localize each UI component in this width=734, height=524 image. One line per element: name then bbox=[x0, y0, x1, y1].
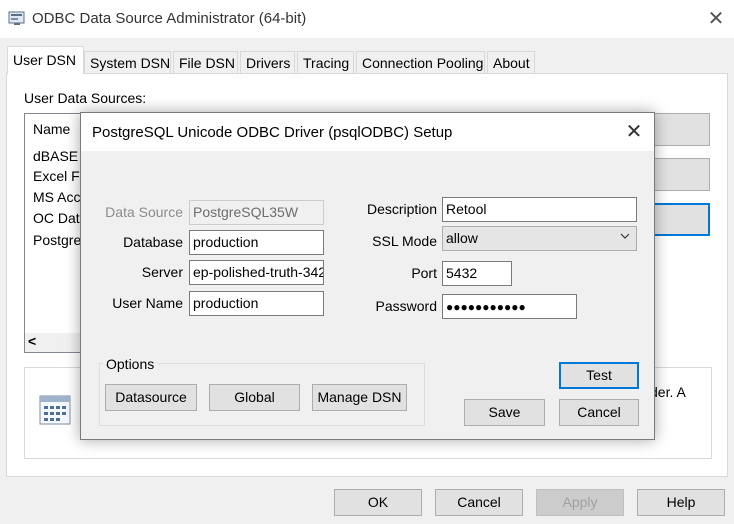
password-label: Password bbox=[375, 298, 437, 314]
password-field[interactable]: ●●●●●●●●●●● bbox=[442, 294, 577, 319]
global-button[interactable]: Global bbox=[209, 384, 300, 411]
save-button[interactable]: Save bbox=[464, 399, 545, 426]
port-field[interactable]: 5432 bbox=[442, 261, 512, 286]
ssl-mode-label: SSL Mode bbox=[372, 233, 437, 249]
scroll-left-icon[interactable]: < bbox=[28, 333, 36, 349]
tab-file-dsn[interactable]: File DSN bbox=[173, 51, 238, 73]
tab-user-dsn[interactable]: User DSN bbox=[7, 46, 84, 74]
database-field[interactable]: production bbox=[189, 230, 324, 255]
list-item[interactable]: MS Acc bbox=[33, 189, 80, 205]
list-item[interactable]: Postgre bbox=[33, 232, 81, 248]
options-label: Options bbox=[103, 356, 158, 372]
dialog-cancel-button[interactable]: Cancel bbox=[559, 399, 639, 426]
psqlodbc-setup-dialog: PostgreSQL Unicode ODBC Driver (psqlODBC… bbox=[80, 112, 655, 440]
list-item[interactable]: Excel Fi bbox=[33, 168, 83, 184]
database-label: Database bbox=[123, 234, 183, 250]
description-label: Description bbox=[366, 201, 437, 217]
tab-system-dsn[interactable]: System DSN bbox=[84, 51, 171, 73]
list-item[interactable]: dBASE bbox=[33, 148, 78, 164]
info-description-text: der. A bbox=[650, 384, 686, 400]
cancel-button[interactable]: Cancel bbox=[435, 489, 523, 516]
apply-button[interactable]: Apply bbox=[536, 489, 624, 516]
test-button[interactable]: Test bbox=[559, 362, 639, 389]
datasource-info-icon bbox=[36, 390, 74, 428]
user-name-field[interactable]: production bbox=[189, 291, 324, 316]
datasource-button[interactable]: Datasource bbox=[105, 384, 197, 411]
manage-dsn-button[interactable]: Manage DSN bbox=[312, 384, 407, 411]
port-label: Port bbox=[411, 265, 437, 281]
user-data-sources-label: User Data Sources: bbox=[24, 90, 147, 106]
data-source-field: PostgreSQL35W bbox=[189, 200, 324, 225]
description-field[interactable]: Retool bbox=[442, 197, 637, 222]
ssl-mode-select[interactable]: allow bbox=[442, 226, 637, 251]
help-button[interactable]: Help bbox=[637, 489, 725, 516]
server-field[interactable]: ep-polished-truth-3429 bbox=[189, 260, 324, 285]
odbc-app-icon bbox=[8, 10, 26, 26]
list-column-header-name[interactable]: Name bbox=[33, 121, 70, 137]
tab-drivers[interactable]: Drivers bbox=[240, 51, 295, 73]
data-source-label: Data Source bbox=[105, 204, 183, 220]
chevron-down-icon bbox=[620, 233, 630, 239]
tab-about[interactable]: About bbox=[487, 51, 535, 73]
dialog-title: PostgreSQL Unicode ODBC Driver (psqlODBC… bbox=[92, 124, 453, 141]
window-title: ODBC Data Source Administrator (64-bit) bbox=[32, 10, 307, 27]
ok-button[interactable]: OK bbox=[334, 489, 422, 516]
dialog-close-icon[interactable]: ✕ bbox=[621, 120, 647, 144]
tab-tracing[interactable]: Tracing bbox=[297, 51, 354, 73]
server-label: Server bbox=[141, 264, 183, 280]
window-close-icon[interactable]: ✕ bbox=[704, 8, 728, 30]
tab-connection-pooling[interactable]: Connection Pooling bbox=[356, 51, 485, 73]
user-name-label: User Name bbox=[112, 295, 183, 311]
ssl-mode-value: allow bbox=[446, 230, 478, 246]
